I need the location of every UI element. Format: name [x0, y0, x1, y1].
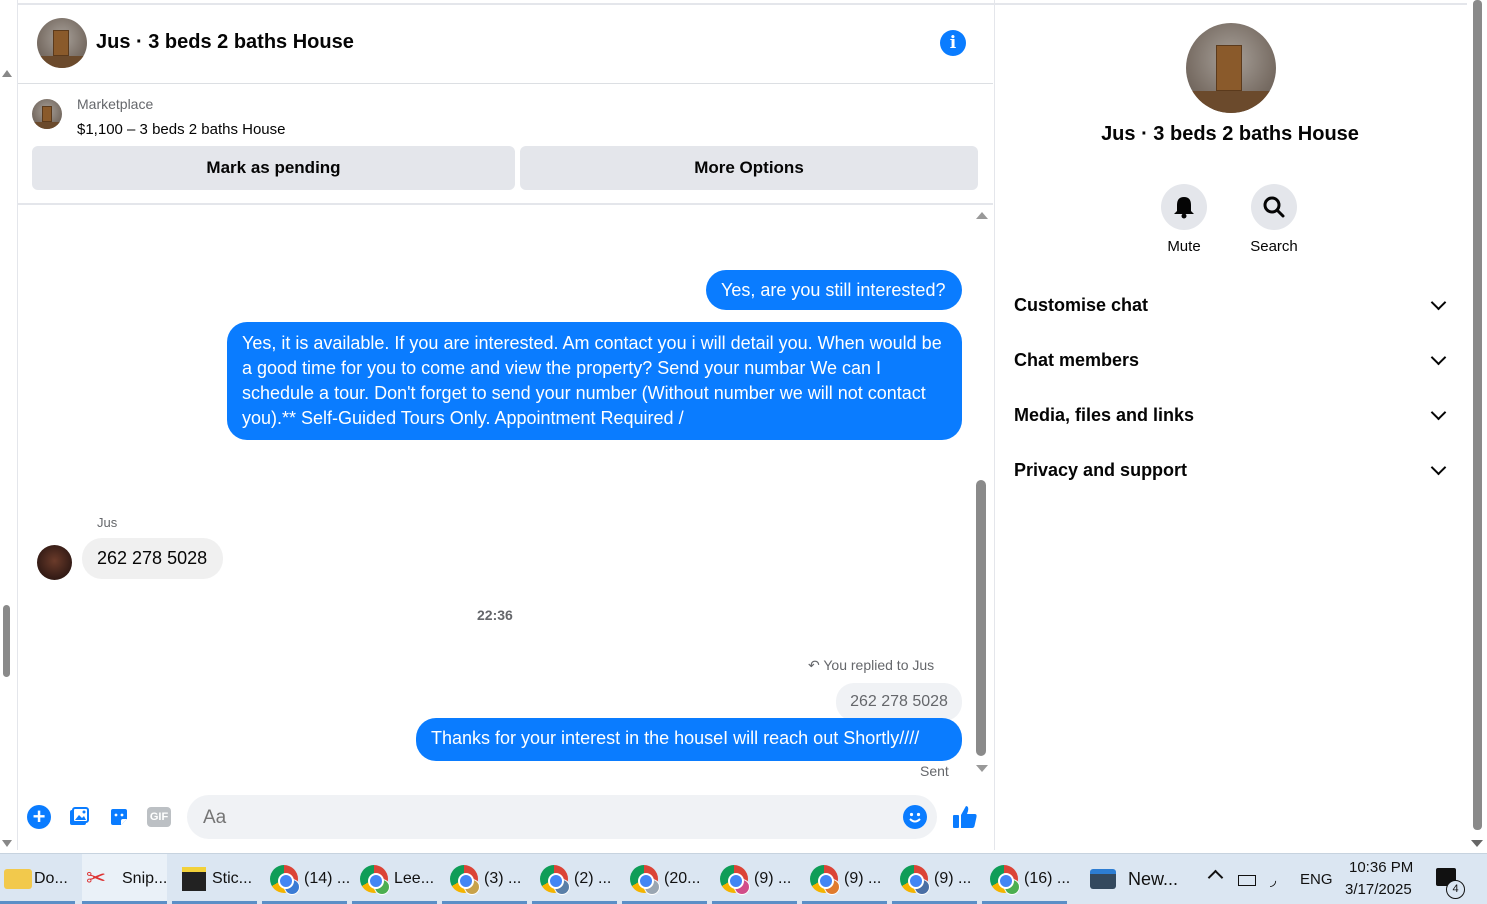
- chrome-icon: [900, 865, 930, 895]
- row-label: Media, files and links: [1014, 405, 1195, 425]
- plus-icon[interactable]: +: [27, 805, 51, 829]
- chevron-down-icon: [1430, 349, 1447, 366]
- taskbar-item-chrome[interactable]: (20...: [622, 854, 707, 904]
- message-input[interactable]: [201, 795, 895, 841]
- bell-icon: [1174, 197, 1194, 219]
- media-files-links-row[interactable]: Media, files and links: [1000, 391, 1462, 441]
- row-label: Chat members: [1014, 350, 1140, 370]
- thumbs-up-icon[interactable]: [951, 803, 979, 831]
- taskbar-item-downloads[interactable]: Do...: [0, 854, 75, 904]
- profile-name: Jus · 3 beds 2 baths House: [1101, 123, 1359, 145]
- window-scroll-thumb[interactable]: [1473, 0, 1482, 830]
- message-composer[interactable]: [187, 795, 937, 841]
- listing-thumbnail[interactable]: [32, 99, 62, 129]
- taskbar-item-chrome[interactable]: (16) ...: [982, 854, 1070, 904]
- clock-date[interactable]: 3/17/2025: [1345, 881, 1412, 898]
- privacy-support-row[interactable]: Privacy and support: [1000, 446, 1462, 496]
- scroll-up-arrow-icon[interactable]: [2, 70, 12, 77]
- search-label: Search: [1250, 238, 1298, 255]
- marketplace-label: Marketplace: [77, 96, 154, 112]
- chrome-icon: [270, 865, 300, 895]
- mark-as-pending-button[interactable]: Mark as pending: [32, 146, 515, 190]
- contact-avatar[interactable]: [37, 18, 87, 68]
- taskbar-item-chrome[interactable]: (2) ...: [532, 854, 617, 904]
- row-label: Privacy and support: [1014, 460, 1188, 480]
- sender-name: Jus: [97, 515, 118, 530]
- contact-profile-photo[interactable]: [1186, 23, 1276, 113]
- chrome-icon: [810, 865, 840, 895]
- clock-time[interactable]: 10:36 PM: [1349, 859, 1413, 876]
- chat-scroll-down-icon[interactable]: [976, 765, 988, 772]
- taskbar-item-chrome[interactable]: (9) ...: [892, 854, 977, 904]
- chat-title[interactable]: Jus · 3 beds 2 baths House: [96, 31, 354, 54]
- window-scroll-down-icon[interactable]: [1471, 840, 1483, 847]
- chrome-icon: [450, 865, 480, 895]
- taskbar-item-snipping[interactable]: ✂ Snip...: [82, 854, 167, 904]
- incoming-message[interactable]: 262 278 5028: [82, 538, 223, 579]
- gif-icon[interactable]: GIF: [147, 807, 171, 827]
- scroll-thumb[interactable]: [3, 605, 10, 677]
- info-icon[interactable]: i: [940, 30, 966, 56]
- chevron-down-icon: [1430, 294, 1447, 311]
- chat-scroll-thumb[interactable]: [976, 480, 986, 756]
- scissors-icon: ✂: [86, 865, 107, 892]
- outgoing-message[interactable]: Thanks for your interest in the houseI w…: [416, 718, 962, 761]
- folder-icon: [4, 869, 32, 889]
- notification-count: 4: [1446, 880, 1465, 899]
- header-divider: [18, 83, 993, 84]
- chrome-icon: [540, 865, 570, 895]
- chrome-icon: [630, 865, 660, 895]
- taskbar-item-sticky-notes[interactable]: Stic...: [172, 854, 257, 904]
- sticky-note-icon: [182, 867, 206, 891]
- taskbar-item-chrome[interactable]: (3) ...: [442, 854, 527, 904]
- taskbar-item-chrome[interactable]: Lee...: [352, 854, 437, 904]
- page-scrollbar[interactable]: [0, 60, 14, 850]
- chevron-down-icon: [1430, 459, 1447, 476]
- scroll-down-arrow-icon[interactable]: [2, 840, 12, 847]
- chat-members-row[interactable]: Chat members: [1000, 336, 1462, 386]
- taskbar-item-chrome[interactable]: (9) ...: [712, 854, 797, 904]
- chrome-icon: [360, 865, 390, 895]
- reply-icon: ↶: [808, 657, 820, 673]
- chat-scroll-up-icon[interactable]: [976, 212, 988, 219]
- search-icon: [1263, 196, 1285, 218]
- outgoing-message[interactable]: Yes, are you still interested?: [706, 270, 962, 310]
- reply-note-text: You replied to Jus: [823, 657, 935, 673]
- customise-chat-row[interactable]: Customise chat: [1000, 281, 1462, 331]
- battery-icon[interactable]: [1238, 875, 1256, 886]
- sender-avatar[interactable]: [37, 545, 72, 580]
- taskbar-item-chrome[interactable]: (14) ...: [262, 854, 350, 904]
- reply-note: ↶ You replied to Jus: [808, 657, 934, 674]
- windows-taskbar: Do... ✂ Snip... Stic... (14) ... Lee... …: [0, 853, 1487, 904]
- chevron-down-icon: [1430, 404, 1447, 421]
- row-label: Customise chat: [1014, 295, 1149, 315]
- sent-status: Sent: [920, 763, 949, 779]
- emoji-icon[interactable]: [903, 805, 927, 829]
- taskbar-item-news[interactable]: New...: [1082, 854, 1182, 904]
- chrome-icon: [720, 865, 750, 895]
- language-indicator[interactable]: ENG: [1300, 871, 1333, 888]
- taskbar-item-chrome[interactable]: (9) ...: [802, 854, 887, 904]
- outgoing-message[interactable]: Yes, it is available. If you are interes…: [227, 322, 962, 440]
- marketplace-divider: [18, 203, 993, 205]
- mute-button[interactable]: Mute: [1139, 184, 1229, 255]
- search-button[interactable]: Search: [1229, 184, 1319, 255]
- photo-icon[interactable]: [68, 806, 90, 828]
- mute-label: Mute: [1167, 238, 1201, 255]
- wifi-icon[interactable]: ◞: [1270, 870, 1276, 890]
- message-timestamp: 22:36: [477, 607, 513, 623]
- news-icon: [1090, 869, 1116, 889]
- chrome-icon: [990, 865, 1020, 895]
- quoted-message[interactable]: 262 278 5028: [836, 683, 962, 721]
- listing-title[interactable]: $1,100 – 3 beds 2 baths House: [77, 121, 286, 138]
- sticker-icon[interactable]: [108, 806, 130, 828]
- more-options-button[interactable]: More Options: [520, 146, 978, 190]
